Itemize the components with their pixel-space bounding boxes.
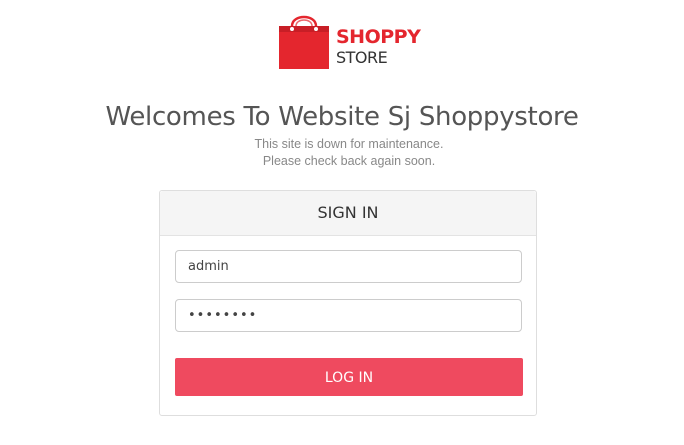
maintenance-submessage: Please check back again soon. [262,154,436,168]
login-panel-title: SIGN IN [160,191,536,236]
login-panel: SIGN IN LOG IN [159,190,537,416]
username-input[interactable] [175,250,522,283]
shopping-bag-icon [279,15,329,69]
logo-text-shoppy: SHOPPY [336,26,421,48]
password-input[interactable] [175,299,522,332]
login-button[interactable]: LOG IN [175,358,523,396]
page-title: Welcomes To Website Sj Shoppystore [105,102,579,132]
logo-text-store: STORE [336,48,388,67]
maintenance-message: This site is down for maintenance. [254,137,444,151]
store-logo: SHOPPY STORE [278,12,423,70]
